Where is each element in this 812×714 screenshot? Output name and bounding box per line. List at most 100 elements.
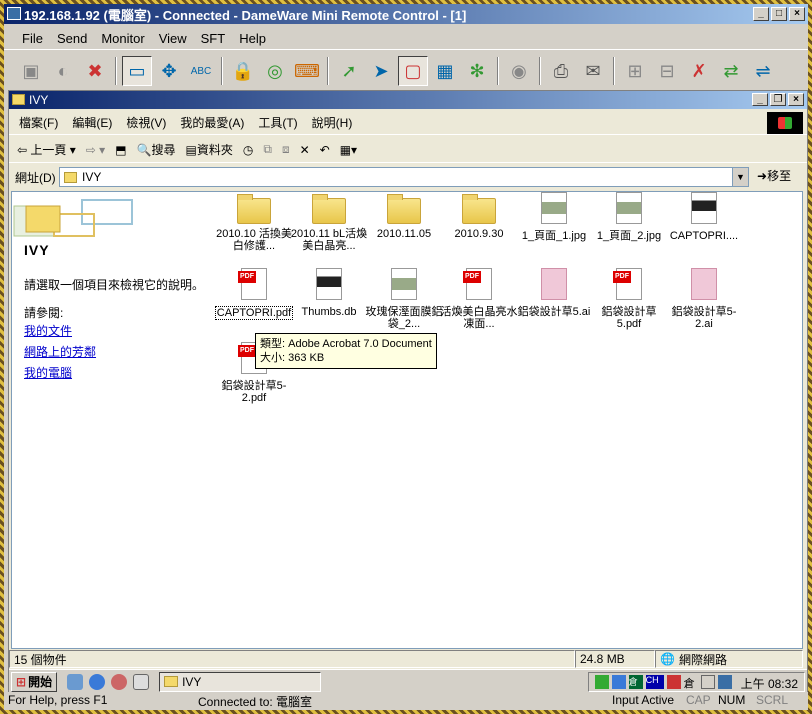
explorer-minimize-button[interactable]: _	[752, 93, 768, 106]
tray-keyboard-icon[interactable]	[700, 675, 715, 689]
notepad-icon[interactable]	[133, 673, 150, 690]
cursor-icon[interactable]: ➚	[334, 56, 364, 86]
up-folder-icon[interactable]: ⬒	[115, 143, 126, 157]
tray-dameware-icon[interactable]	[717, 675, 732, 689]
menu-view[interactable]: View	[159, 31, 187, 46]
move-icon[interactable]: ✥	[154, 56, 184, 86]
pdf-file-icon: PDF	[238, 268, 267, 300]
file-item[interactable]: 鋁袋設計草5-2.ai	[664, 268, 744, 330]
send-icon[interactable]: ✉	[578, 56, 608, 86]
connect-icon[interactable]: ⇌	[748, 56, 778, 86]
explorer-title: IVY	[29, 93, 49, 107]
abc-icon[interactable]: ABC	[186, 56, 216, 86]
menu-favorites-zh[interactable]: 我的最愛(A)	[180, 114, 244, 131]
menu-help-zh[interactable]: 說明(H)	[312, 114, 353, 131]
link-network-places[interactable]: 網路上的芳鄰	[24, 343, 96, 360]
folder-icon	[64, 172, 77, 183]
explorer-restore-button[interactable]: ❐	[770, 93, 786, 106]
disconnect-icon[interactable]: ✖	[80, 56, 110, 86]
menu-send[interactable]: Send	[57, 31, 87, 46]
window-title: 192.168.1.92 (電腦室) - Connected - DameWar…	[24, 7, 467, 23]
file-item[interactable]: Thumbs.db	[289, 268, 369, 318]
fullscreen-icon[interactable]: ▢	[398, 56, 428, 86]
menu-tools-zh[interactable]: 工具(T)	[258, 114, 297, 131]
file-item[interactable]: CAPTOPRI....	[664, 192, 744, 242]
menu-help[interactable]: Help	[239, 31, 266, 46]
file-item[interactable]: 玫瑰保溼面膜鋁袋_2...	[364, 268, 444, 330]
file-item[interactable]: 2010.11.05	[364, 192, 444, 240]
num-indicator: NUM	[718, 693, 746, 707]
taskbar-item-ivy[interactable]: IVY	[159, 671, 322, 692]
refresh-icon[interactable]: ◐	[48, 56, 78, 86]
file-item[interactable]: PDF 鋁袋設計草5.pdf	[589, 268, 669, 330]
undo-icon[interactable]: ↶	[320, 143, 330, 157]
monitor-icon[interactable]: ▣	[16, 56, 46, 86]
menu-edit-zh[interactable]: 編輯(E)	[72, 114, 112, 131]
tray-input-icon[interactable]: 倉	[684, 675, 698, 690]
tray-network-icon[interactable]	[611, 675, 626, 689]
menu-file-zh[interactable]: 檔案(F)	[19, 114, 58, 131]
folder-icon	[164, 676, 179, 687]
address-input[interactable]: IVY ▼	[59, 167, 749, 187]
link-my-documents[interactable]: 我的文件	[24, 322, 96, 339]
pdf-file-icon: PDF	[613, 268, 642, 300]
views-icon[interactable]: ▦▾	[340, 143, 357, 157]
close-button[interactable]: ×	[789, 7, 805, 21]
address-dropdown-icon[interactable]: ▼	[732, 168, 748, 186]
forward-button[interactable]: ⇨ ▾	[86, 143, 105, 157]
file-item[interactable]: PDF CAPTOPRI.pdf	[214, 268, 294, 320]
tray-lang-icon[interactable]: CH	[645, 675, 664, 689]
glasses-icon[interactable]: ◎	[260, 56, 290, 86]
see-also-label: 請參閱:	[24, 306, 64, 320]
file-item[interactable]: 1_頁面_2.jpg	[589, 192, 669, 242]
file-item[interactable]: 2010.10 活換美白修護...	[214, 192, 294, 252]
minimize-button[interactable]: _	[753, 7, 769, 21]
file-item[interactable]: 鋁袋設計草5.ai	[514, 268, 594, 318]
explorer-close-button[interactable]: ×	[788, 93, 804, 106]
tray-security-icon[interactable]	[666, 675, 681, 689]
menu-sft[interactable]: SFT	[201, 31, 226, 46]
search-button[interactable]: 🔍搜尋	[137, 141, 176, 158]
file-item[interactable]: 1_頁面_1.jpg	[514, 192, 594, 242]
tray-ime-icon[interactable]: 倉	[628, 675, 643, 689]
file-item[interactable]: PDF 活煥美白晶亮水凍面...	[439, 268, 519, 330]
file-item[interactable]: 2010.11 bL活煥美白晶亮...	[289, 192, 369, 252]
print-icon[interactable]: ⎙	[546, 56, 576, 86]
tray-app-icon[interactable]	[594, 675, 609, 689]
keyboard-icon[interactable]: ⌨	[292, 56, 322, 86]
copy-to-icon[interactable]: ⧉	[263, 142, 272, 157]
menu-view-zh[interactable]: 檢視(V)	[126, 114, 166, 131]
folder-icon	[387, 194, 421, 224]
maximize-button[interactable]: □	[771, 7, 787, 21]
start-button[interactable]: ⊞ 開始	[11, 671, 58, 692]
transfer-icon[interactable]: ⇄	[716, 56, 746, 86]
grid-icon[interactable]: ▦	[430, 56, 460, 86]
disk-icon[interactable]: ◉	[504, 56, 534, 86]
move-to-icon[interactable]: ⧈	[282, 142, 290, 157]
remove-icon[interactable]: ✗	[684, 56, 714, 86]
ie-icon[interactable]	[89, 673, 106, 690]
lock-icon[interactable]: 🔒	[228, 56, 258, 86]
go-button[interactable]: ➜移至	[757, 167, 791, 184]
network-icon[interactable]: ⊞	[620, 56, 650, 86]
history-icon[interactable]: ◷	[243, 143, 253, 157]
delete-icon[interactable]: ✕	[300, 143, 310, 157]
dameware-status-bar: For Help, press F1 Connected to: 電腦室 Inp…	[4, 692, 808, 710]
address-label: 網址(D)	[15, 170, 56, 185]
desktop-icon[interactable]	[67, 673, 84, 690]
file-item[interactable]: 2010.9.30	[439, 192, 519, 240]
settings-icon[interactable]: ✻	[462, 56, 492, 86]
view-mode-icon[interactable]: ▭	[122, 56, 152, 86]
remote-desktop[interactable]: IVY _ ❐ × 檔案(F) 編輯(E) 檢視(V) 我的最愛(A) 工具(T…	[8, 90, 808, 693]
folder-icon	[312, 194, 346, 224]
media-icon[interactable]	[111, 673, 128, 690]
explorer-status-bar: 15 個物件 24.8 MB 🌐 網際網路	[9, 649, 807, 669]
computers-icon[interactable]: ⊟	[652, 56, 682, 86]
menu-monitor[interactable]: Monitor	[101, 31, 144, 46]
back-button[interactable]: ⇦ 上一頁 ▾	[17, 141, 76, 158]
link-my-computer[interactable]: 我的電腦	[24, 364, 96, 381]
pointer-icon[interactable]: ➤	[366, 56, 396, 86]
folders-button[interactable]: ▤資料夾	[186, 141, 233, 158]
zone-indicator: 🌐 網際網路	[655, 650, 803, 668]
menu-file[interactable]: File	[22, 31, 43, 46]
